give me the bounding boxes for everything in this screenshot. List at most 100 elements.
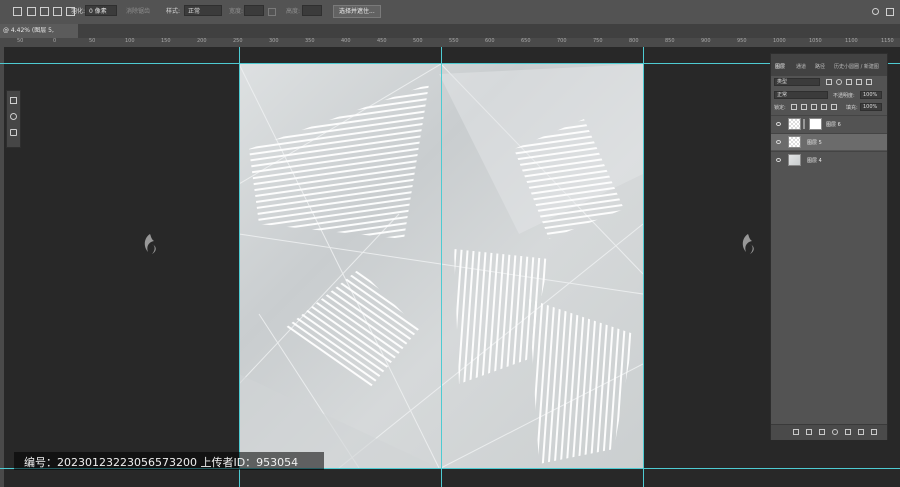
opacity-label: 不透明度: [833,93,855,99]
feather-input[interactable]: 0 像素 [85,5,117,16]
layer-name[interactable]: 图层 4 [807,157,822,164]
ruler-tick-label: 750 [593,38,603,44]
adjustment-layer-icon[interactable] [832,429,838,435]
document-tab-bar [0,24,900,38]
ruler-tick-label: 1150 [881,38,894,44]
tab-paths[interactable]: 路径 [815,63,825,70]
tab-extra[interactable]: 历史小圆圈 / 新建图 [834,63,879,70]
lock-transparent-icon[interactable] [791,104,797,110]
ruler-tick-label: 0 [53,38,57,44]
guide-line-vertical[interactable] [643,47,644,487]
filter-shape-icon[interactable] [856,79,862,85]
layer-kind-filter[interactable]: 类型 [774,78,820,86]
style-label: 样式: [166,8,181,15]
group-folder-icon[interactable] [845,429,851,435]
guide-line-vertical[interactable] [441,47,442,487]
ruler-tick-label: 500 [413,38,423,44]
filter-smart-icon[interactable] [866,79,872,85]
ruler-tick-label: 900 [701,38,711,44]
fx-icon[interactable] [806,429,812,435]
swap-colors-icon[interactable] [10,129,17,136]
tab-layers[interactable]: 图层 [775,63,785,70]
ruler-tick-label: 1000 [773,38,786,44]
width-input[interactable] [244,5,264,16]
watermark-logo-icon [742,234,754,254]
layer-thumbnail [788,118,801,130]
lock-artboard-icon[interactable] [821,104,827,110]
ruler-tick-label: 550 [449,38,459,44]
width-label: 宽度: [229,8,244,15]
layer-name[interactable]: 图层 6 [826,121,841,128]
select-and-mask-button[interactable]: 选择并遮住... [333,5,381,18]
lock-label: 锁定: [774,105,786,111]
layer-name[interactable]: 图层 5 [807,139,822,146]
layer-thumbnail [788,154,801,166]
fill-input[interactable]: 100% [860,103,882,111]
guide-line-vertical[interactable] [239,47,240,487]
ruler-tick-label: 600 [485,38,495,44]
document-tab[interactable]: @ 4.42% (图层 5, RGB/8#) [0,24,78,48]
style-select[interactable]: 正常 [184,5,222,16]
marquee-tool-icon[interactable] [13,7,22,16]
filter-pixel-icon[interactable] [826,79,832,85]
panel-tab-bar: 图层 通道 路径 历史小圆圈 / 新建图 [771,54,887,76]
layer-mask-thumbnail[interactable] [809,118,822,130]
opacity-input[interactable]: 100% [860,91,882,99]
layer-thumbnail [788,136,801,148]
ruler-tick-label: 100 [125,38,135,44]
ruler-tick-label: 650 [521,38,531,44]
swap-icon[interactable] [268,8,276,16]
fill-label: 填充: [846,105,858,111]
filter-type-icon[interactable] [846,79,852,85]
lock-pixels-icon[interactable] [801,104,807,110]
layer-row[interactable]: 图层 6 [771,115,887,132]
guide-line-horizontal[interactable] [0,63,900,64]
ruler-tick-label: 1100 [845,38,858,44]
height-label: 高度: [286,8,301,15]
lock-all-icon[interactable] [831,104,837,110]
feather-label: 羽化: [71,8,86,15]
tab-channels[interactable]: 通道 [796,63,806,70]
watermark-logo-icon [144,234,156,254]
blend-mode-select[interactable]: 正常 [774,91,828,99]
ruler-tick-label: 950 [737,38,747,44]
visibility-eye-icon[interactable] [776,122,781,126]
watermark-text: 编号：20230123223056573200 上传者ID：953054 [24,456,299,469]
layers-panel: 图层 通道 路径 历史小圆圈 / 新建图 类型 正常 不透明度: 100% 锁定… [770,53,888,440]
ruler-tick-label: 450 [377,38,387,44]
subtract-selection-icon[interactable] [53,7,62,16]
new-layer-icon[interactable] [858,429,864,435]
workspace-icon[interactable] [886,8,894,16]
lock-position-icon[interactable] [811,104,817,110]
chain-link-icon[interactable] [803,119,805,129]
ruler-tick-label: 700 [557,38,567,44]
height-input[interactable] [302,5,322,16]
visibility-eye-icon[interactable] [776,158,781,162]
link-layers-icon[interactable] [793,429,799,435]
watermark-banner: 编号：20230123223056573200 上传者ID：953054 [14,452,324,470]
ruler-tick-label: 50 [89,38,96,44]
antialias-checkbox[interactable]: 消除锯齿 [126,6,150,15]
tool-panel [6,90,21,148]
options-bar: 羽化: 0 像素 消除锯齿 样式: 正常 宽度: 高度: 选择并遮住... [0,0,900,25]
ruler-tick-label: 250 [233,38,243,44]
ruler-tick-label: 850 [665,38,675,44]
visibility-eye-icon[interactable] [776,140,781,144]
ruler-tick-label: 1050 [809,38,822,44]
ruler-tick-label: 350 [305,38,315,44]
ruler-tick-label: 150 [161,38,171,44]
ruler-tick-label: 200 [197,38,207,44]
search-icon[interactable] [872,8,879,15]
trash-icon[interactable] [871,429,877,435]
ruler-tick-label: 300 [269,38,279,44]
new-selection-icon[interactable] [27,7,36,16]
brush-icon[interactable] [10,97,17,104]
add-mask-icon[interactable] [819,429,825,435]
info-icon[interactable] [10,113,17,120]
ruler-tick-label: 800 [629,38,639,44]
ruler-tick-label: 50 [17,38,24,44]
add-selection-icon[interactable] [40,7,49,16]
filter-adjust-icon[interactable] [836,79,842,85]
layer-row[interactable]: 图层 4 [771,151,887,168]
layer-row-selected[interactable]: 图层 5 [771,133,887,150]
